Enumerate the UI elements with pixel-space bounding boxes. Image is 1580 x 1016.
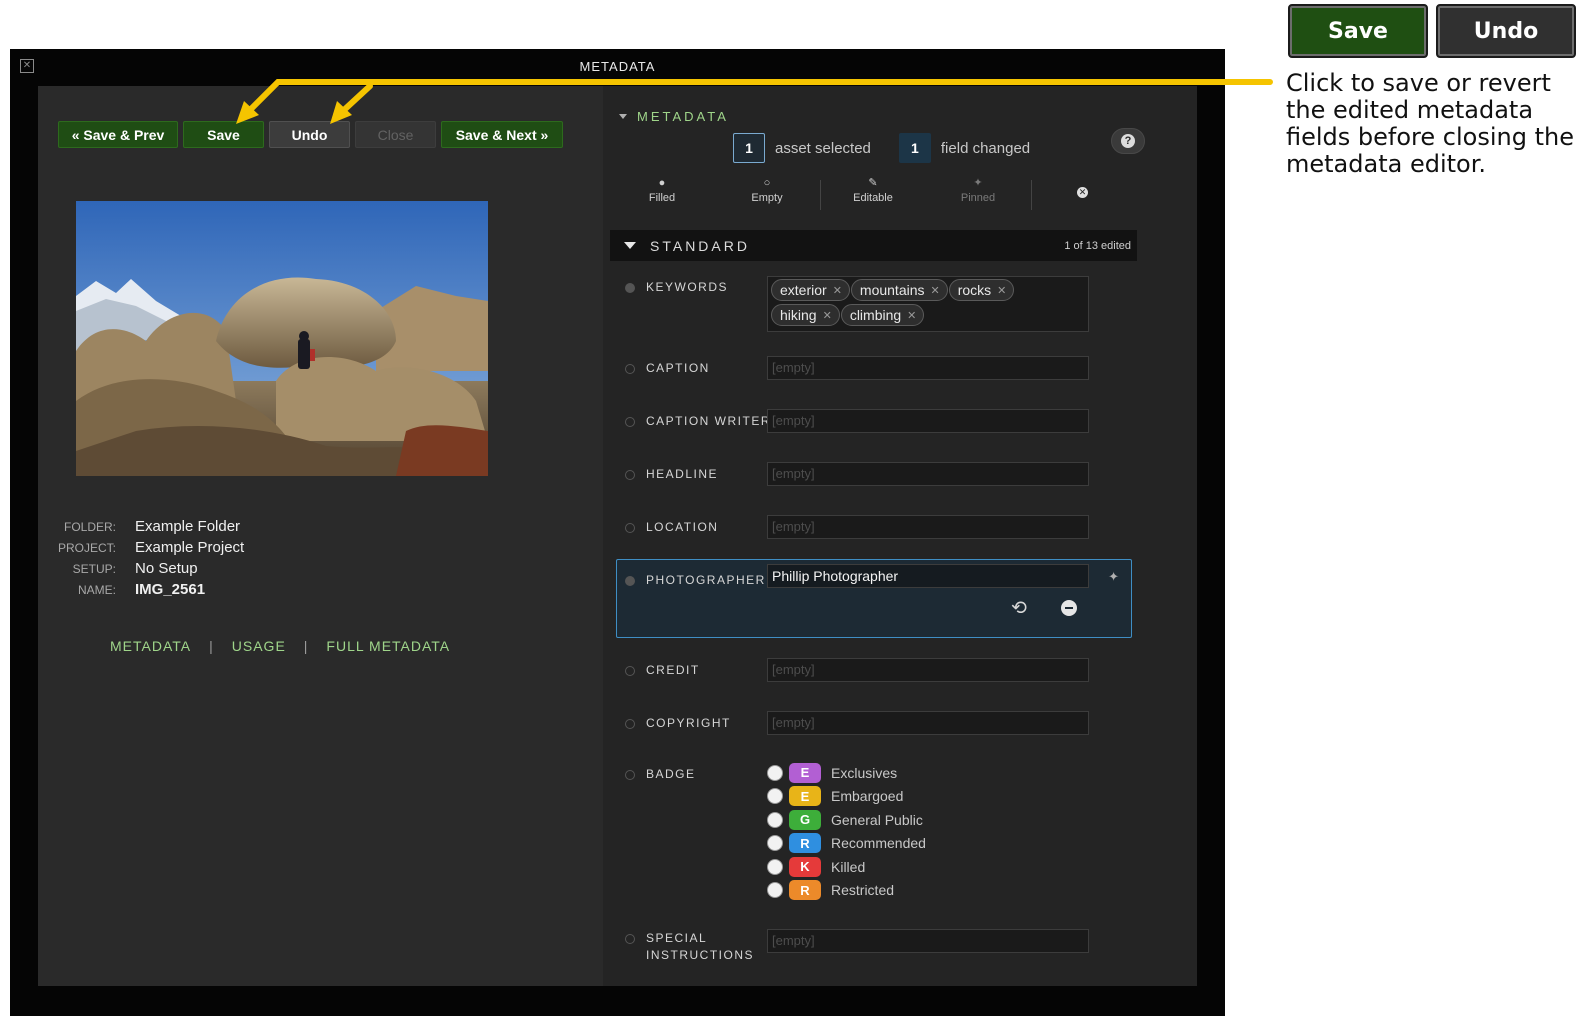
- arrow-to-save: [247, 79, 1273, 113]
- arrow-to-undo: [341, 83, 373, 113]
- callout-arrows: [236, 79, 1273, 124]
